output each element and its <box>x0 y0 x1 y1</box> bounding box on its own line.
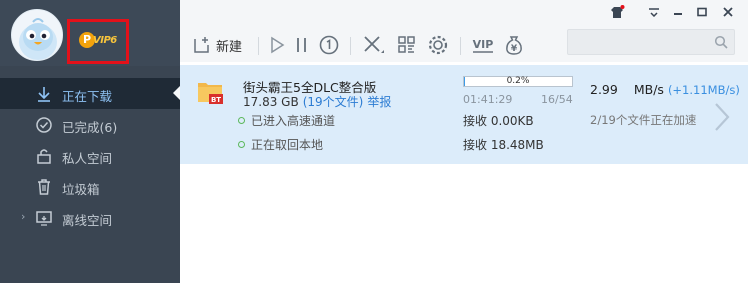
bt-folder-icon: BT <box>198 83 223 104</box>
sidebar-item-trash[interactable]: 垃圾箱 <box>0 171 180 202</box>
speed-unit: MB/s <box>633 82 664 97</box>
speed-limit-button[interactable] <box>318 32 340 58</box>
gear-icon <box>428 35 448 55</box>
menu-icon[interactable] <box>646 4 662 20</box>
download-icon <box>38 87 50 102</box>
money-button[interactable]: ¥ <box>502 32 526 58</box>
download-task-row[interactable]: BT 街头霸王5全DLC整合版 17.83 GB (19个文件) 举报 0.2% 0… <box>180 65 748 164</box>
vip-button[interactable]: VIP <box>470 32 496 58</box>
new-task-button[interactable]: 新建 <box>192 32 242 58</box>
progress-percent: 0.2% <box>506 76 530 86</box>
svg-text:VIP: VIP <box>473 38 494 51</box>
toolbar-divider <box>350 37 351 55</box>
accel-status: 2/19个文件正在加速 <box>590 113 697 127</box>
delete-button[interactable] <box>362 32 386 58</box>
sidebar: P VIP6 正在下载 已完成(6) 私人空间 垃圾箱 › 离线空间 <box>0 0 180 283</box>
elapsed-time: 01:41:29 <box>463 93 513 106</box>
active-pointer <box>173 86 180 100</box>
sidebar-item-completed[interactable]: 已完成(6) <box>0 109 180 140</box>
cloud-screen-icon <box>36 211 52 226</box>
number-one-circle-icon <box>319 35 339 55</box>
trash-icon <box>38 179 50 195</box>
delete-x-icon <box>364 36 384 53</box>
sidebar-item-label: 正在下载 <box>62 89 113 104</box>
check-circle-icon <box>36 117 52 133</box>
sidebar-nav: 正在下载 已完成(6) 私人空间 垃圾箱 › 离线空间 <box>0 78 180 233</box>
sidebar-item-downloading[interactable]: 正在下载 <box>0 78 180 109</box>
new-file-icon <box>194 37 209 53</box>
channel-status-2: 正在取回本地 <box>238 136 323 153</box>
svg-text:¥: ¥ <box>511 44 518 54</box>
start-button[interactable] <box>268 32 286 58</box>
sidebar-item-label: 离线空间 <box>62 213 113 228</box>
toolbar-divider <box>460 37 461 55</box>
progress-bar: 0.2% <box>463 76 573 87</box>
avatar[interactable] <box>11 9 63 61</box>
received-amount-1: 接收 0.00KB <box>463 114 534 128</box>
sidebar-item-label: 已完成(6) <box>62 120 118 135</box>
status-dot-icon <box>238 117 245 124</box>
pause-button[interactable] <box>294 32 310 58</box>
pieces-count: 16/54 <box>541 93 573 106</box>
chevron-right-icon[interactable] <box>712 101 732 133</box>
toolbar-divider <box>258 37 259 55</box>
svg-text:BT: BT <box>211 96 221 104</box>
report-link[interactable]: 举报 <box>367 95 391 109</box>
search-box[interactable] <box>567 29 735 55</box>
play-icon <box>271 36 285 54</box>
speed-boost: (+1.11MB/s) <box>667 83 740 97</box>
channel-label: 正在取回本地 <box>251 138 324 152</box>
bird-avatar-icon <box>19 18 57 60</box>
download-speed: 2.99 MB/s (+1.11MB/s) <box>590 82 740 97</box>
sidebar-item-private-space[interactable]: 私人空间 <box>0 140 180 171</box>
main-pane: 新建 VIP ¥ BT 街头霸王5全DLC整合版 17.83 GB (19个文件… <box>180 0 748 283</box>
maximize-icon[interactable] <box>694 4 710 20</box>
received-amount-2: 接收 18.48MB <box>463 138 544 152</box>
download-manager-window: P VIP6 正在下载 已完成(6) 私人空间 垃圾箱 › 离线空间 新建 VI… <box>0 0 748 283</box>
file-size: 17.83 GB <box>243 95 299 109</box>
skin-icon[interactable] <box>608 4 626 20</box>
speed-value: 2.99 <box>590 82 618 97</box>
vip-level-label: VIP6 <box>93 35 117 46</box>
search-icon[interactable] <box>714 35 728 49</box>
grid-view-button[interactable] <box>396 32 418 58</box>
lock-icon <box>37 149 51 164</box>
minimize-icon[interactable] <box>670 4 686 20</box>
vip-badge: P VIP6 <box>79 32 119 50</box>
settings-button[interactable] <box>426 32 450 58</box>
sidebar-item-offline-space[interactable]: › 离线空间 <box>0 202 180 233</box>
grid-icon <box>398 36 415 53</box>
sidebar-item-label: 私人空间 <box>62 151 113 166</box>
channel-status-1: 已进入高速通道 <box>238 112 335 129</box>
channel-label: 已进入高速通道 <box>251 114 336 128</box>
new-task-label: 新建 <box>216 39 243 55</box>
expand-arrow-icon[interactable]: › <box>21 210 25 223</box>
close-icon[interactable] <box>720 4 736 20</box>
vip-highlight-box[interactable]: P VIP6 <box>67 19 129 64</box>
title-toolbar: 新建 VIP ¥ <box>180 0 748 62</box>
vip-icon: VIP <box>473 38 494 53</box>
file-count-link[interactable]: (19个文件) <box>303 95 364 109</box>
file-meta: 17.83 GB (19个文件) 举报 <box>243 93 391 110</box>
sidebar-item-label: 垃圾箱 <box>62 182 100 197</box>
pause-icon <box>297 38 306 52</box>
money-bag-icon: ¥ <box>506 36 522 55</box>
status-dot-icon <box>238 141 245 148</box>
profile-area: P VIP6 <box>0 0 180 66</box>
